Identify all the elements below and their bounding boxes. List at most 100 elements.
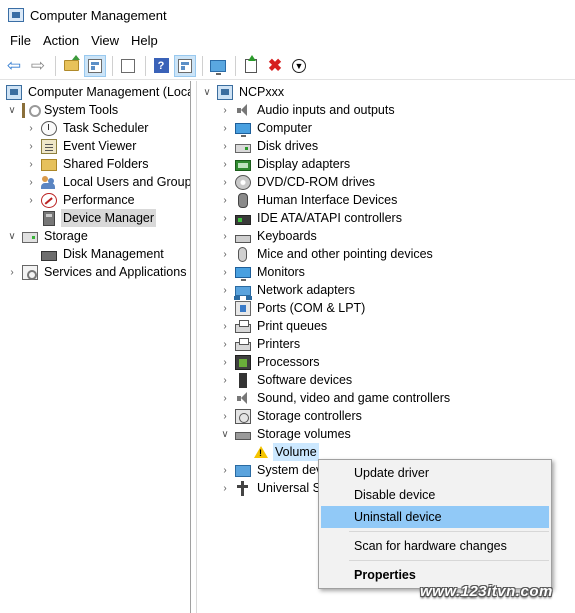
chevron-right-icon[interactable]: › [219, 284, 231, 296]
device-category[interactable]: › DVD/CD-ROM drives [219, 173, 377, 191]
chevron-right-icon[interactable]: › [25, 122, 37, 134]
display-adapter-icon [235, 159, 251, 171]
tree-item-shared-folders[interactable]: › Shared Folders [25, 155, 150, 173]
menu-item-disable-device[interactable]: Disable device [321, 484, 549, 506]
action-pane-icon [178, 58, 192, 73]
show-hide-console-tree-icon [88, 58, 102, 73]
chevron-down-icon[interactable]: ∨ [6, 230, 18, 242]
device-category[interactable]: › IDE ATA/ATAPI controllers [219, 209, 404, 227]
device-category[interactable]: › Audio inputs and outputs [219, 101, 397, 119]
device-category[interactable]: › Sound, video and game controllers [219, 389, 452, 407]
menu-file[interactable]: File [4, 30, 37, 52]
show-hide-console-tree-button[interactable] [84, 54, 106, 77]
device-category[interactable]: › Monitors [219, 263, 307, 281]
tree-item-disk-management[interactable]: Disk Management [25, 245, 166, 263]
device-category[interactable]: › Network adapters [219, 281, 357, 300]
device-category[interactable]: › Disk drives [219, 137, 320, 155]
device-root-ncpxxx[interactable]: ∨ NCPxxx [201, 83, 286, 101]
device-category[interactable]: › Software devices [219, 371, 354, 389]
toolbar-separator [112, 55, 113, 76]
chevron-right-icon[interactable]: › [219, 392, 231, 404]
forward-button[interactable]: ⇨ [27, 55, 49, 77]
chevron-right-icon[interactable]: › [219, 464, 231, 476]
tree-item-task-scheduler[interactable]: › Task Scheduler [25, 119, 150, 137]
tree-item-event-viewer[interactable]: › Event Viewer [25, 137, 138, 155]
back-button[interactable]: ⇦ [3, 55, 25, 77]
monitor-icon [235, 267, 251, 281]
tree-item-services-and-applications[interactable]: › Services and Applications [6, 263, 188, 281]
tree-item-computer-management[interactable]: Computer Management (Local [2, 83, 190, 101]
chevron-right-icon[interactable]: › [25, 140, 37, 152]
update-driver-button[interactable] [240, 54, 262, 77]
device-category[interactable]: › Printers [219, 335, 302, 353]
device-category[interactable]: › Computer [219, 119, 314, 137]
chevron-right-icon[interactable]: › [219, 248, 231, 260]
up-one-level-button[interactable] [60, 55, 82, 77]
menu-bar: File Action View Help [0, 30, 575, 52]
menu-help[interactable]: Help [125, 30, 164, 52]
device-category[interactable]: › Ports (COM & LPT) [219, 299, 367, 317]
chevron-right-icon[interactable]: › [6, 266, 18, 278]
chevron-down-icon[interactable]: ∨ [219, 428, 231, 440]
tree-item-system-tools[interactable]: ∨ System Tools [6, 101, 120, 119]
chevron-right-icon[interactable]: › [219, 158, 231, 170]
device-category[interactable]: › Keyboards [219, 227, 319, 245]
device-category[interactable]: › Display adapters [219, 155, 352, 173]
chevron-right-icon[interactable]: › [219, 356, 231, 368]
chevron-right-icon[interactable]: › [25, 158, 37, 170]
device-category[interactable]: › Print queues [219, 317, 329, 335]
chevron-right-icon[interactable]: › [219, 230, 231, 242]
chevron-right-icon[interactable]: › [219, 266, 231, 278]
help-button[interactable]: ? [150, 55, 172, 77]
tree-item-local-users-and-groups[interactable]: › Local Users and Groups [25, 173, 190, 191]
forward-arrow-icon: ⇨ [30, 56, 46, 75]
properties-icon [121, 58, 135, 73]
chevron-right-icon[interactable]: › [219, 410, 231, 422]
device-category[interactable]: › Processors [219, 353, 322, 371]
device-category[interactable]: › Human Interface Devices [219, 191, 399, 209]
chevron-right-icon[interactable]: › [25, 194, 37, 206]
computer-management-icon [6, 84, 22, 100]
menu-item-update-driver[interactable]: Update driver [321, 462, 549, 484]
chevron-right-icon[interactable]: › [219, 320, 231, 332]
scan-hardware-button[interactable] [207, 55, 229, 77]
chevron-right-icon[interactable]: › [219, 140, 231, 152]
device-category[interactable]: › System dev [219, 461, 324, 479]
console-tree-pane: Computer Management (Local ∨ System Tool… [0, 81, 191, 613]
chevron-right-icon[interactable]: › [219, 176, 231, 188]
properties-button[interactable] [117, 55, 139, 77]
disable-device-button[interactable]: ▼ [288, 55, 310, 77]
chevron-right-icon[interactable]: › [219, 374, 231, 386]
device-category[interactable]: › Mice and other pointing devices [219, 245, 435, 263]
toolbar-separator [202, 55, 203, 76]
toolbar-separator [55, 55, 56, 76]
device-category[interactable]: › Universal Se [219, 479, 330, 497]
chevron-right-icon[interactable]: › [219, 302, 231, 314]
tree-item-performance[interactable]: › Performance [25, 191, 137, 209]
menu-item-uninstall-device[interactable]: Uninstall device [321, 506, 549, 528]
chevron-right-icon[interactable]: › [219, 194, 231, 206]
chevron-right-icon[interactable]: › [219, 482, 231, 494]
menu-action[interactable]: Action [37, 30, 85, 52]
device-item-volume[interactable]: Volume [253, 443, 319, 461]
tree-item-storage[interactable]: ∨ Storage [6, 227, 90, 245]
chevron-right-icon[interactable]: › [219, 338, 231, 350]
chevron-down-icon[interactable]: ∨ [6, 104, 18, 116]
menu-view[interactable]: View [85, 30, 125, 52]
chevron-right-icon[interactable]: › [219, 212, 231, 224]
computer-icon [217, 84, 233, 100]
chevron-right-icon[interactable]: › [25, 176, 37, 188]
storage-controller-icon [235, 408, 251, 424]
action-pane-button[interactable] [174, 54, 196, 77]
menu-item-scan-for-hardware-changes[interactable]: Scan for hardware changes [321, 535, 549, 557]
speaker-icon [235, 103, 251, 118]
tree-item-device-manager[interactable]: Device Manager [25, 209, 157, 227]
chevron-right-icon[interactable]: › [219, 122, 231, 134]
chevron-down-icon[interactable]: ∨ [201, 86, 213, 98]
mouse-icon [238, 246, 247, 262]
uninstall-device-button[interactable]: ✖ [264, 55, 286, 77]
context-menu: Update driver Disable device Uninstall d… [318, 459, 552, 589]
device-category-storage-volumes[interactable]: ∨ Storage volumes [219, 425, 353, 443]
device-category[interactable]: › Storage controllers [219, 407, 364, 425]
chevron-right-icon[interactable]: › [219, 104, 231, 116]
